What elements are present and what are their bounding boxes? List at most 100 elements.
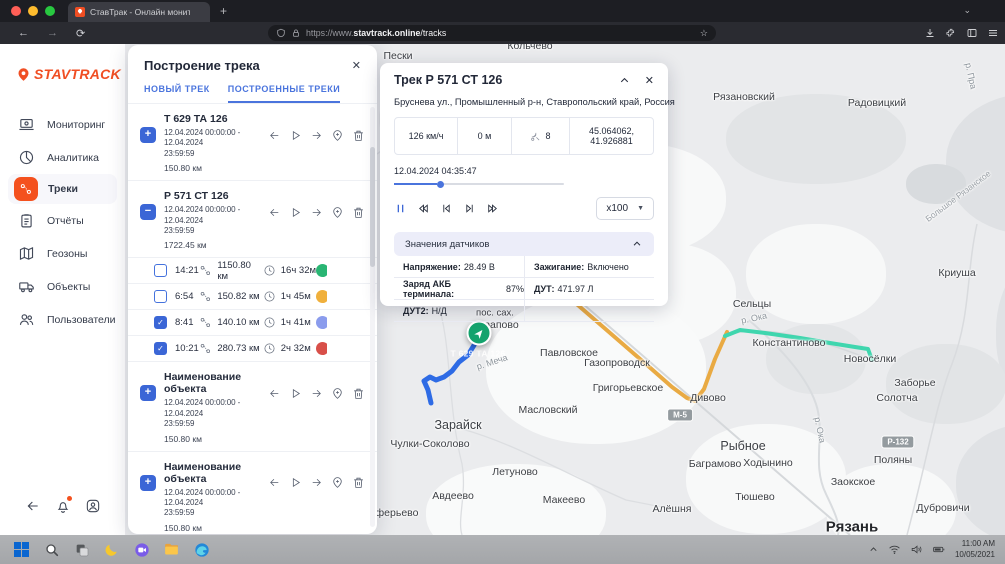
track-play-button[interactable] bbox=[289, 387, 302, 400]
map-place-label: Дубровичи bbox=[916, 502, 969, 514]
stat-speed: 126 км/ч bbox=[395, 118, 457, 154]
titlebar-chevron-down-icon[interactable]: ⌄ bbox=[963, 5, 971, 16]
track-locate-pin-button[interactable] bbox=[331, 387, 344, 400]
tab-new-track[interactable]: НОВЫЙ ТРЕК bbox=[144, 84, 210, 103]
pause-button[interactable] bbox=[394, 202, 407, 215]
wifi-icon[interactable] bbox=[888, 543, 901, 556]
track-segment-row[interactable]: 6:54 150.82 км 1ч 45м bbox=[128, 283, 377, 309]
task-view-icon[interactable] bbox=[73, 541, 90, 558]
track-item[interactable]: − Р 571 СТ 126 12.04.2024 00:00:00 - 12.… bbox=[128, 180, 377, 257]
track-segment-row[interactable]: ✓ 10:21 280.73 км 2ч 32м bbox=[128, 335, 377, 361]
taskbar-search-icon[interactable] bbox=[43, 541, 60, 558]
address-bar[interactable]: https://www.stavtrack.online/tracks ☆ bbox=[268, 25, 716, 41]
playback-speed-select[interactable]: x100 ▼ bbox=[596, 197, 654, 220]
maximize-window-button[interactable] bbox=[45, 6, 55, 16]
step-back-button[interactable] bbox=[440, 202, 453, 215]
sidebar-item-geozones[interactable]: Геозоны bbox=[0, 237, 125, 270]
panel-close-icon[interactable]: ✕ bbox=[352, 59, 361, 72]
tracking-shield-icon[interactable] bbox=[276, 28, 286, 38]
map-place-label: Кольчево bbox=[507, 44, 552, 52]
reload-button[interactable]: ⟳ bbox=[76, 27, 85, 40]
track-period: 12.04.2024 00:00:00 - 12.04.202423:59:59 bbox=[164, 128, 268, 159]
track-item[interactable]: + Т 629 ТА 126 12.04.2024 00:00:00 - 12.… bbox=[128, 103, 377, 180]
skip-back-button[interactable] bbox=[417, 202, 430, 215]
track-item[interactable]: + Наименование объекта 12.04.2024 00:00:… bbox=[128, 451, 377, 540]
sidebar-item-monitoring[interactable]: Мониторинг bbox=[0, 108, 125, 141]
track-prev-button[interactable] bbox=[268, 476, 281, 489]
track-locate-pin-button[interactable] bbox=[331, 476, 344, 489]
extensions-puzzle-icon[interactable] bbox=[945, 27, 957, 39]
start-button[interactable] bbox=[13, 541, 30, 558]
browser-tab[interactable]: СтавТрак - Онлайн мониторин bbox=[68, 2, 210, 22]
track-play-button[interactable] bbox=[289, 206, 302, 219]
track-delete-button[interactable] bbox=[352, 387, 365, 400]
expand-plus-icon[interactable]: + bbox=[140, 475, 156, 491]
segment-checkbox-checked[interactable]: ✓ bbox=[154, 342, 167, 355]
track-next-button[interactable] bbox=[310, 387, 323, 400]
collapse-card-chevron-icon[interactable] bbox=[618, 74, 631, 87]
bookmark-star-icon[interactable]: ☆ bbox=[700, 28, 708, 39]
track-segment-row[interactable]: ✓ 8:41 140.10 км 1ч 41м bbox=[128, 309, 377, 335]
map-place-label: Новосёлки bbox=[844, 353, 896, 365]
sidebar-item-objects[interactable]: Объекты bbox=[0, 270, 125, 303]
file-explorer-icon[interactable] bbox=[163, 541, 180, 558]
collapse-minus-icon[interactable]: − bbox=[140, 204, 156, 220]
skip-forward-button[interactable] bbox=[486, 202, 499, 215]
track-prev-button[interactable] bbox=[268, 387, 281, 400]
expand-plus-icon[interactable]: + bbox=[140, 127, 156, 143]
vehicle-track-badge[interactable]: Т 629 ТА 126 bbox=[443, 346, 512, 361]
forward-button[interactable]: → bbox=[47, 27, 58, 39]
segment-checkbox-checked[interactable]: ✓ bbox=[154, 316, 167, 329]
track-locate-pin-button[interactable] bbox=[331, 129, 344, 142]
menu-hamburger-icon[interactable] bbox=[987, 27, 999, 39]
downloads-icon[interactable] bbox=[924, 27, 936, 39]
battery-icon[interactable] bbox=[932, 543, 946, 556]
playback-slider[interactable] bbox=[394, 183, 564, 185]
notifications-button[interactable] bbox=[55, 498, 71, 519]
night-mode-moon-icon[interactable] bbox=[103, 541, 120, 558]
tab-built-tracks[interactable]: ПОСТРОЕННЫЕ ТРЕКИ bbox=[228, 84, 340, 103]
sidebar-item-tracks[interactable]: Треки bbox=[8, 174, 117, 204]
slider-knob[interactable] bbox=[437, 181, 444, 188]
segment-time: 6:54 bbox=[175, 291, 199, 302]
track-next-button[interactable] bbox=[310, 129, 323, 142]
lock-icon[interactable] bbox=[291, 28, 301, 38]
track-next-button[interactable] bbox=[310, 206, 323, 219]
sensors-accordion-header[interactable]: Значения датчиков bbox=[394, 232, 654, 256]
sidebar-item-analytics[interactable]: Аналитика bbox=[0, 141, 125, 174]
track-item[interactable]: + Наименование объекта 12.04.2024 00:00:… bbox=[128, 361, 377, 450]
track-delete-button[interactable] bbox=[352, 206, 365, 219]
new-tab-button[interactable]: + bbox=[220, 4, 227, 18]
track-locate-pin-button[interactable] bbox=[331, 206, 344, 219]
track-next-button[interactable] bbox=[310, 476, 323, 489]
sidebar-item-reports[interactable]: Отчёты bbox=[0, 204, 125, 237]
collapse-sidebar-icon[interactable] bbox=[25, 498, 41, 514]
segment-time: 8:41 bbox=[175, 317, 199, 328]
tray-chevron-up-icon[interactable] bbox=[868, 544, 879, 555]
track-segment-row[interactable]: 14:21 1150.80 км 16ч 32м bbox=[128, 257, 377, 283]
step-forward-button[interactable] bbox=[463, 202, 476, 215]
vehicle-marker[interactable] bbox=[467, 321, 492, 346]
track-play-button[interactable] bbox=[289, 129, 302, 142]
back-button[interactable]: ← bbox=[18, 27, 29, 39]
minimize-window-button[interactable] bbox=[28, 6, 38, 16]
close-window-button[interactable] bbox=[11, 6, 21, 16]
detail-close-icon[interactable]: ✕ bbox=[645, 74, 654, 87]
track-prev-button[interactable] bbox=[268, 206, 281, 219]
panel-title: Построение трека bbox=[144, 58, 260, 73]
track-play-button[interactable] bbox=[289, 476, 302, 489]
segment-checkbox[interactable] bbox=[154, 290, 167, 303]
volume-icon[interactable] bbox=[910, 543, 923, 556]
edge-browser-icon[interactable] bbox=[193, 541, 210, 558]
panel-scrollbar[interactable] bbox=[370, 107, 375, 527]
track-delete-button[interactable] bbox=[352, 476, 365, 489]
system-clock[interactable]: 11:00 AM 10/05/2021 bbox=[955, 539, 995, 561]
profile-button[interactable] bbox=[85, 498, 101, 514]
video-app-icon[interactable] bbox=[133, 541, 150, 558]
track-delete-button[interactable] bbox=[352, 129, 365, 142]
segment-checkbox[interactable] bbox=[154, 264, 167, 277]
track-prev-button[interactable] bbox=[268, 129, 281, 142]
reader-sidebar-icon[interactable] bbox=[966, 27, 978, 39]
expand-plus-icon[interactable]: + bbox=[140, 385, 156, 401]
sidebar-item-users[interactable]: Пользователи bbox=[0, 303, 125, 336]
